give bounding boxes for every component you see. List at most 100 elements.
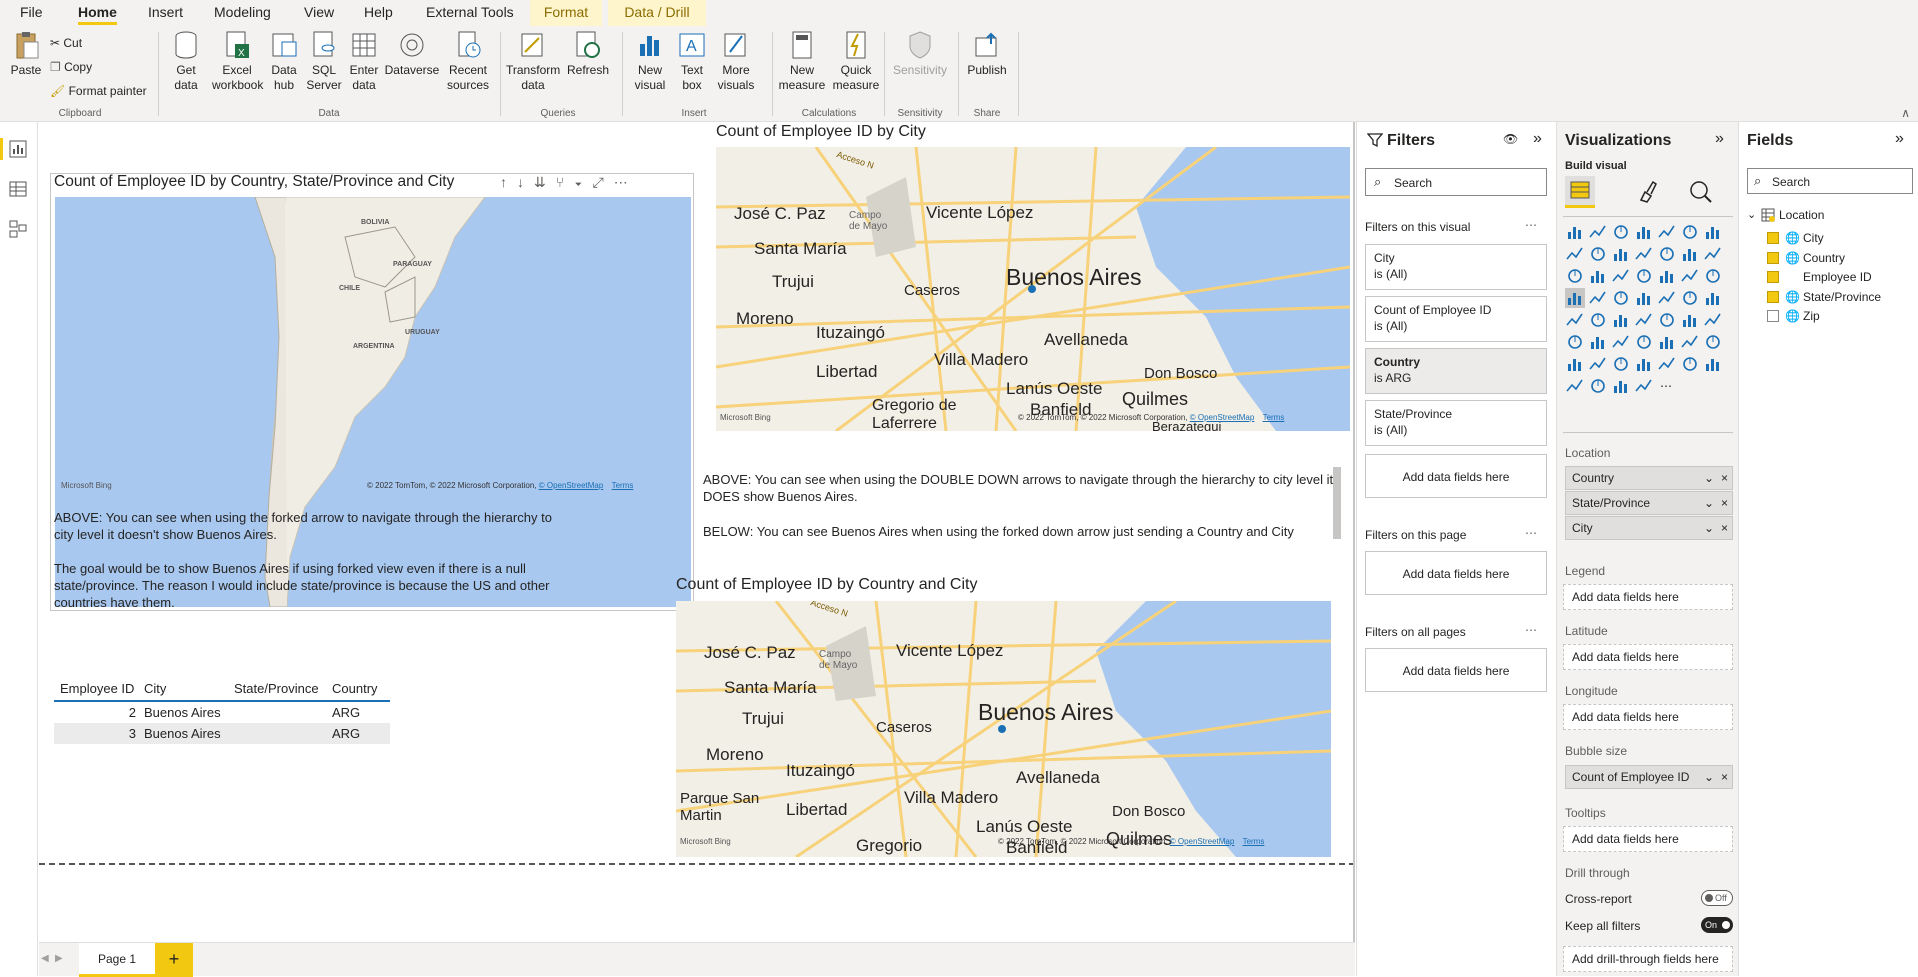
col-country[interactable]: Country	[330, 677, 390, 701]
more-options-icon[interactable]: ⋯	[614, 174, 638, 190]
visual-type-icon[interactable]	[1634, 244, 1654, 264]
drill-down-icon[interactable]: ↓	[517, 174, 534, 190]
visual-type-icon[interactable]	[1611, 310, 1631, 330]
visual-type-icon[interactable]	[1634, 310, 1654, 330]
filter-card-city[interactable]: City is (All)	[1365, 244, 1547, 290]
page-filter-drop[interactable]: Add data fields here	[1365, 551, 1547, 595]
format-painter-button[interactable]: 🖌 Format painter	[50, 84, 147, 98]
tab-home[interactable]: Home	[68, 0, 127, 26]
visual-type-icon[interactable]	[1565, 376, 1585, 396]
filter-card-state[interactable]: State/Province is (All)	[1365, 400, 1547, 446]
visual-type-icon[interactable]	[1657, 310, 1677, 330]
tab-insert[interactable]: Insert	[138, 0, 193, 26]
sql-server-button[interactable]: SQL Server	[306, 30, 342, 93]
map-buenos-aires-2[interactable]: José C. Paz Campo de Mayo Vicente López …	[676, 601, 1331, 857]
latitude-drop[interactable]: Add data fields here	[1563, 644, 1733, 670]
visual-type-icon[interactable]	[1588, 222, 1608, 242]
visual-type-icon[interactable]	[1588, 266, 1608, 286]
visual-type-icon[interactable]	[1634, 288, 1654, 308]
chevron-down-icon[interactable]: ⌄	[1747, 208, 1756, 221]
transform-data-button[interactable]: Transform data	[506, 30, 560, 93]
format-visual-tab[interactable]	[1635, 180, 1659, 207]
visual-type-icon[interactable]	[1657, 332, 1677, 352]
visual-type-icon[interactable]	[1565, 354, 1585, 374]
visual-type-icon[interactable]	[1588, 310, 1608, 330]
collapse-filters-icon[interactable]: »	[1533, 130, 1542, 148]
visual-type-icon[interactable]	[1588, 288, 1608, 308]
canvas-scrollbar[interactable]	[1353, 122, 1355, 942]
double-down-icon[interactable]: ⇊	[534, 174, 556, 190]
build-visual-tab[interactable]	[1565, 176, 1595, 208]
recent-sources-button[interactable]: Recent sources	[444, 30, 492, 93]
visual-type-icon[interactable]	[1657, 266, 1677, 286]
field-item-label[interactable]: Employee ID	[1803, 270, 1872, 284]
tab-file[interactable]: File	[10, 0, 53, 26]
visual-type-icon[interactable]	[1565, 222, 1585, 242]
publish-button[interactable]: Publish	[962, 30, 1012, 78]
field-checkbox[interactable]	[1767, 232, 1779, 244]
focus-mode-icon[interactable]: ⤢	[593, 174, 614, 190]
enter-data-button[interactable]: Enter data	[346, 30, 382, 93]
visual-type-icon[interactable]	[1588, 332, 1608, 352]
field-checkbox[interactable]	[1767, 290, 1779, 303]
field-item-label[interactable]: State/Province	[1803, 290, 1881, 304]
well-state[interactable]: State/Province ⌄ ×	[1565, 491, 1733, 515]
visual-type-icon[interactable]	[1611, 376, 1631, 396]
visual-type-icon[interactable]	[1611, 244, 1631, 264]
field-checkbox[interactable]	[1767, 251, 1779, 264]
visual-type-icon[interactable]	[1657, 244, 1677, 264]
filter-card-count[interactable]: Count of Employee ID is (All)	[1365, 296, 1547, 342]
tab-external-tools[interactable]: External Tools	[416, 0, 524, 26]
chevron-down-icon[interactable]: ⌄	[1704, 492, 1714, 514]
visual-type-icon[interactable]	[1657, 222, 1677, 242]
get-data-button[interactable]: Get data	[164, 30, 208, 93]
longitude-drop[interactable]: Add data fields here	[1563, 704, 1733, 730]
quick-measure-button[interactable]: Quick measure	[830, 30, 882, 93]
field-checkbox[interactable]	[1767, 271, 1779, 283]
collapse-viz-icon[interactable]: »	[1715, 130, 1724, 148]
fields-search-input[interactable]: ⌕ Search	[1747, 168, 1913, 194]
well-city[interactable]: City ⌄ ×	[1565, 516, 1733, 540]
collapse-fields-icon[interactable]: »	[1895, 130, 1904, 148]
data-hub-button[interactable]: Data hub	[266, 30, 302, 93]
model-view-icon[interactable]	[9, 220, 27, 241]
terms-link[interactable]: Terms	[1263, 413, 1285, 422]
more-icon[interactable]: ⋯	[1525, 218, 1537, 232]
prev-page-icon[interactable]: ◀	[41, 953, 49, 964]
tab-help[interactable]: Help	[354, 0, 403, 26]
visual-type-icon[interactable]	[1634, 222, 1654, 242]
more-visuals-button[interactable]: More visuals	[712, 30, 760, 93]
col-state[interactable]: State/Province	[232, 677, 330, 701]
visual-type-icon[interactable]	[1703, 244, 1723, 264]
more-icon[interactable]: ⋯	[1525, 623, 1537, 637]
visual-type-icon[interactable]	[1565, 288, 1585, 308]
tab-view[interactable]: View	[294, 0, 344, 26]
filters-search-input[interactable]: ⌕ Search	[1365, 168, 1547, 196]
visual-type-icon[interactable]	[1703, 310, 1723, 330]
visual-type-icon[interactable]	[1680, 354, 1700, 374]
drill-up-icon[interactable]: ↑	[500, 174, 517, 190]
tooltips-drop[interactable]: Add data fields here	[1563, 826, 1733, 852]
field-checkbox[interactable]	[1767, 310, 1779, 322]
new-measure-button[interactable]: New measure	[776, 30, 828, 93]
page-tab-1[interactable]: Page 1	[79, 943, 155, 977]
visual-type-icon[interactable]	[1611, 354, 1631, 374]
field-table-location[interactable]: Location	[1779, 208, 1824, 222]
dataverse-button[interactable]: Dataverse	[384, 30, 440, 78]
visual-type-icon[interactable]	[1657, 288, 1677, 308]
tab-format[interactable]: Format	[530, 0, 602, 26]
text-box-button[interactable]: A Text box	[674, 30, 710, 93]
visual-type-icon[interactable]	[1703, 288, 1723, 308]
visual-type-icon[interactable]	[1703, 354, 1723, 374]
visual-type-icon[interactable]	[1657, 354, 1677, 374]
remove-icon[interactable]: ×	[1721, 492, 1728, 514]
osm-link[interactable]: © OpenStreetMap	[539, 481, 604, 490]
visual-type-icon[interactable]	[1588, 244, 1608, 264]
well-bubble-size[interactable]: Count of Employee ID ⌄ ×	[1565, 765, 1733, 789]
visual-type-icon[interactable]	[1611, 288, 1631, 308]
drill-through-drop[interactable]: Add drill-through fields here	[1563, 946, 1733, 972]
visual-type-icon[interactable]	[1703, 222, 1723, 242]
sensitivity-button[interactable]: Sensitivity	[888, 30, 952, 78]
osm-link[interactable]: © OpenStreetMap	[1170, 837, 1235, 846]
tab-data-drill[interactable]: Data / Drill	[608, 0, 706, 26]
